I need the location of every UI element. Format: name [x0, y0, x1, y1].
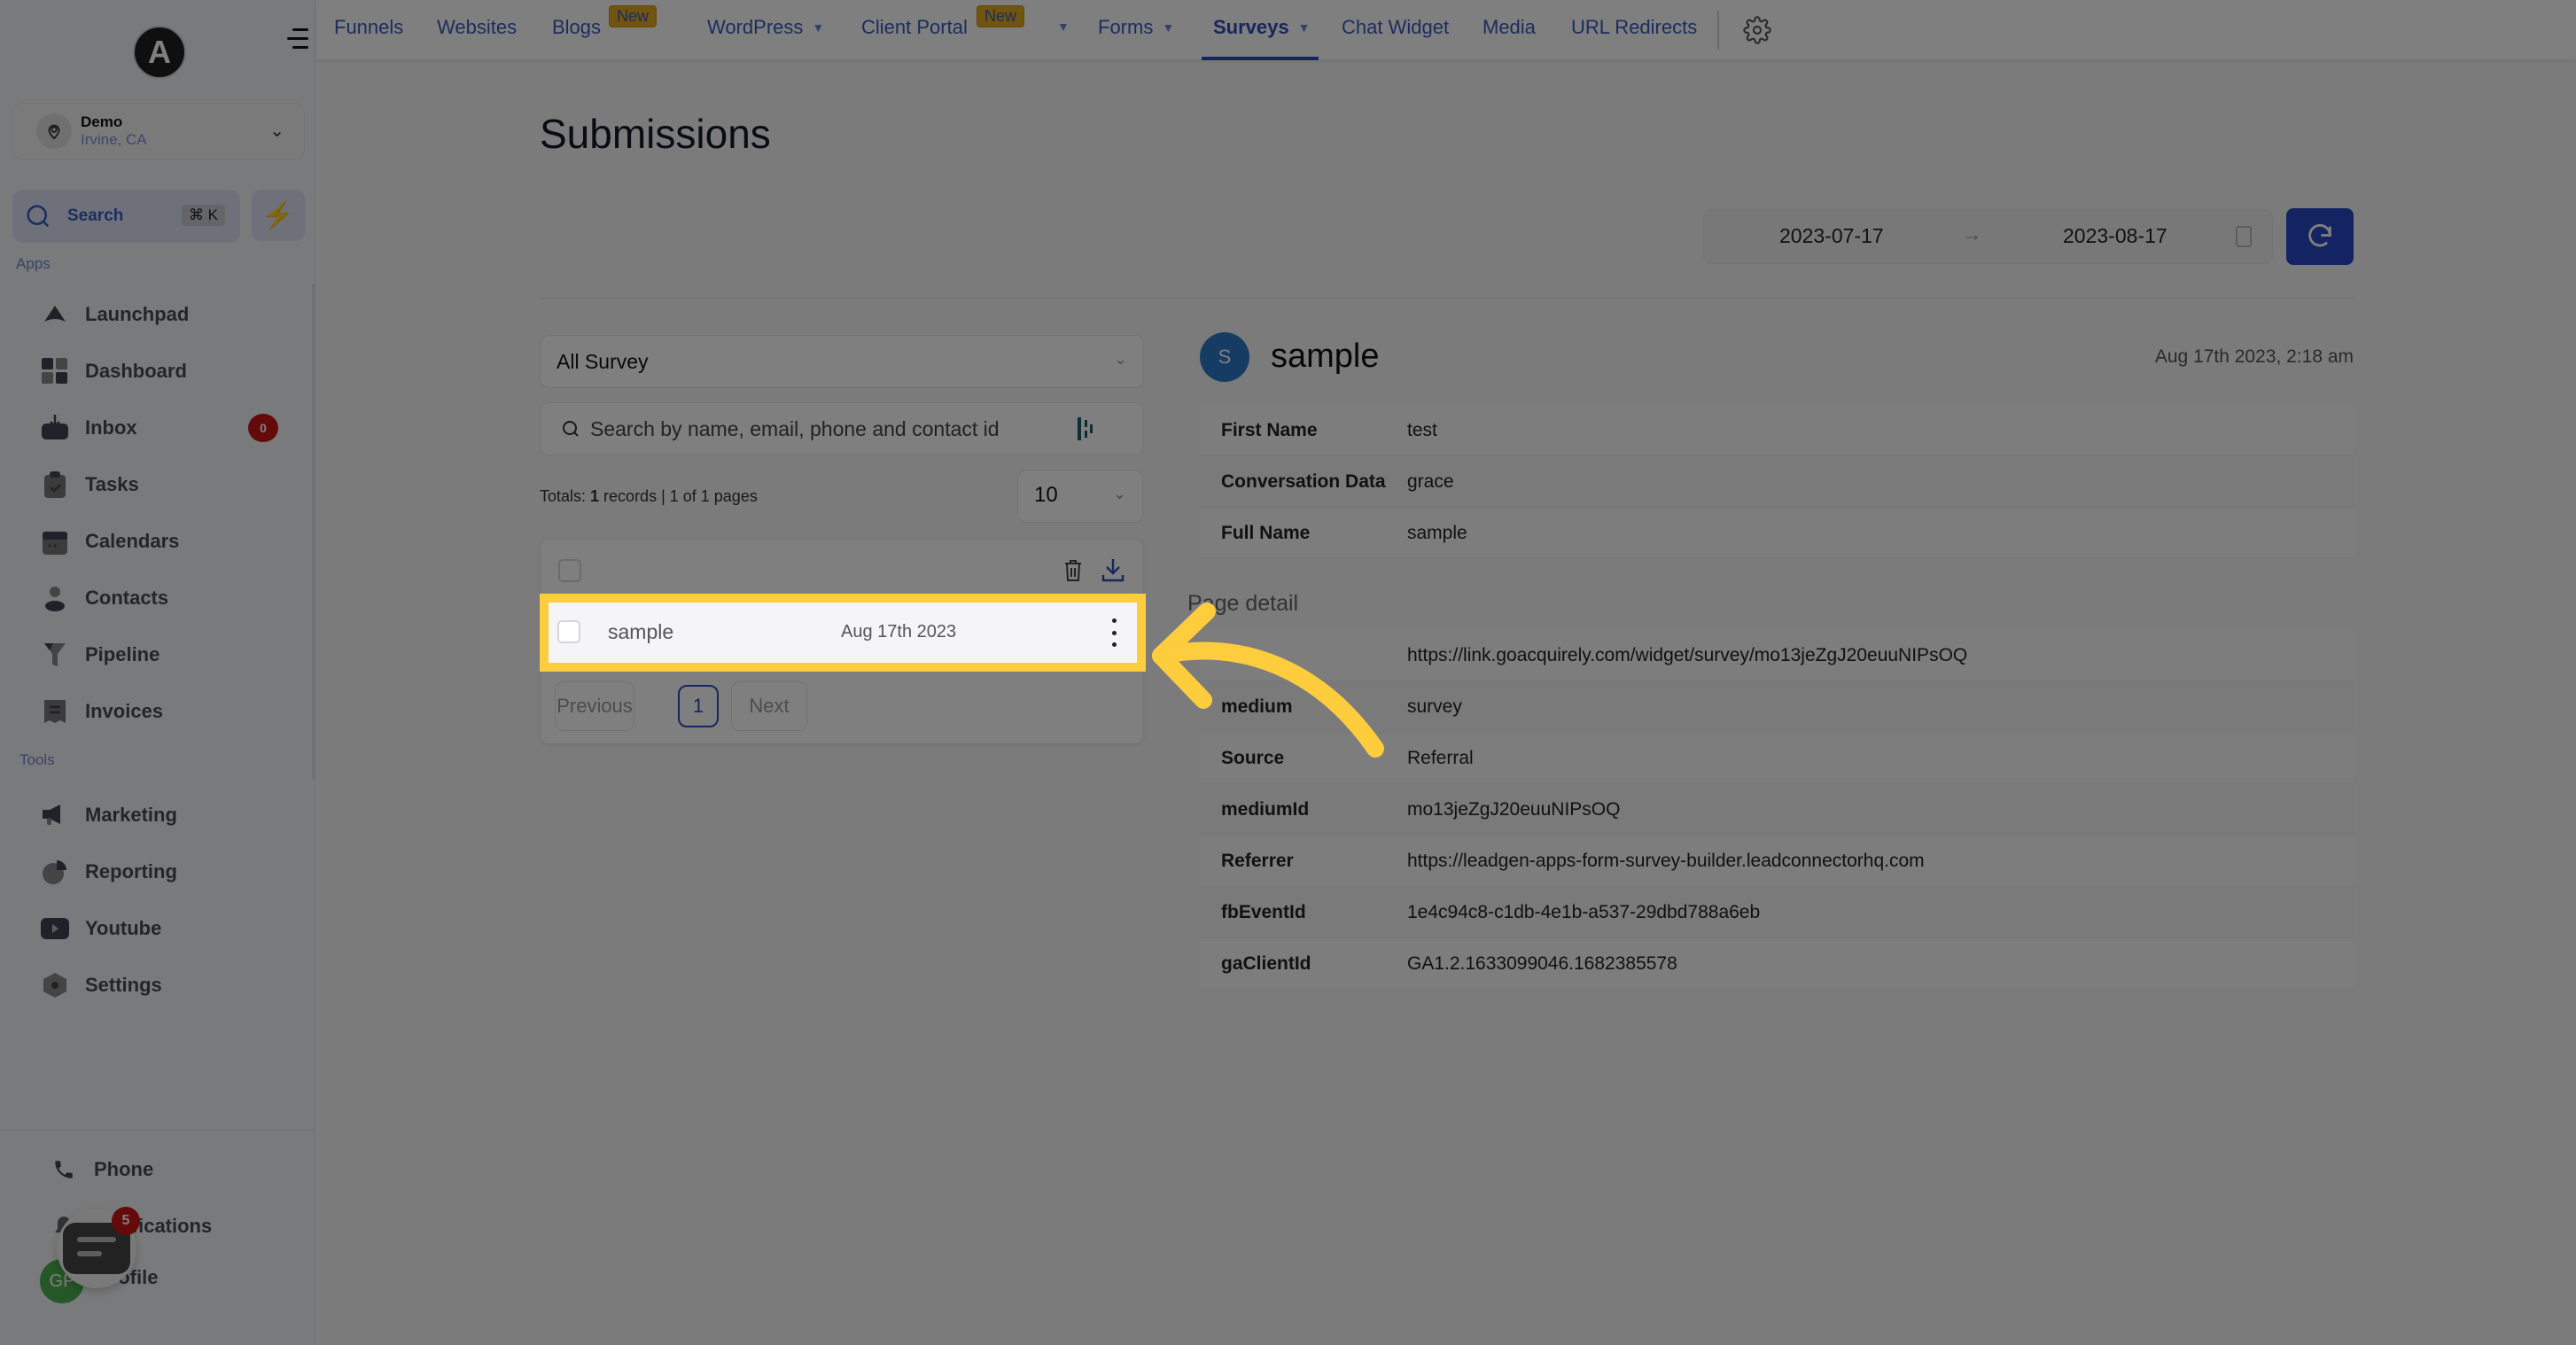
list-item[interactable]: sample Aug 17th 2023 — [540, 594, 1146, 672]
submission-row-date: Aug 17th 2023 — [841, 622, 957, 641]
dim-overlay — [1146, 594, 2576, 672]
row-checkbox[interactable] — [557, 620, 580, 643]
submission-row-name[interactable]: sample — [608, 620, 673, 644]
dim-overlay — [0, 0, 2576, 594]
dim-overlay — [0, 594, 540, 672]
dim-overlay — [0, 672, 2576, 1345]
more-options-icon[interactable] — [1109, 615, 1119, 650]
